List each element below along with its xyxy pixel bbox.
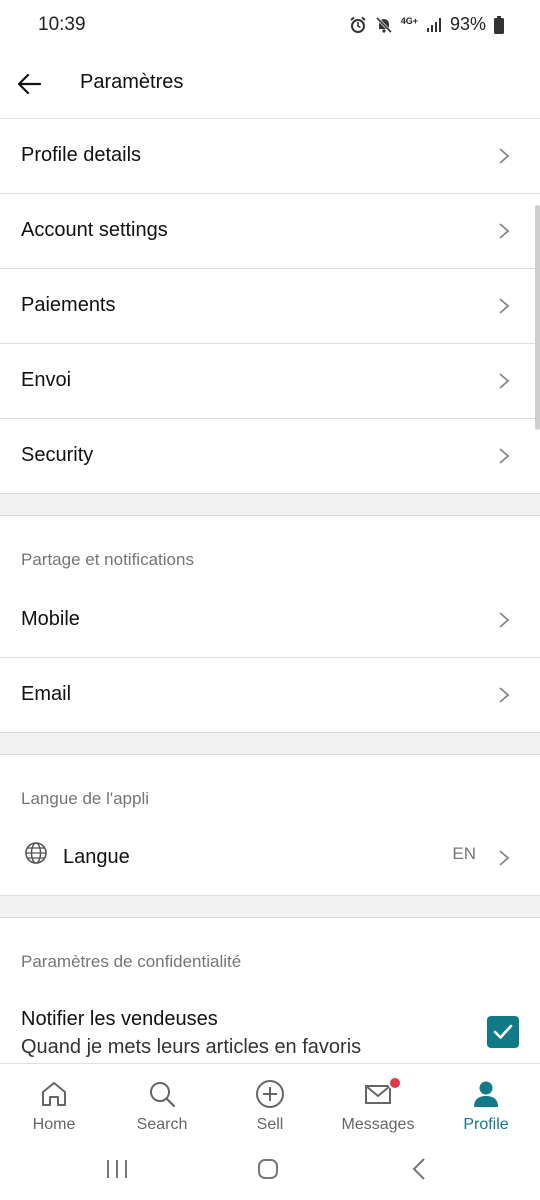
status-bar: 10:39 4G+ 93%: [0, 0, 540, 52]
app-bar: Paramètres: [0, 52, 540, 119]
signal-icon: [426, 17, 441, 32]
nav-item-profile[interactable]: Profile: [432, 1064, 540, 1146]
nav-label: Home: [32, 1116, 76, 1133]
bottom-nav: Home Search Sell Messages Profile: [0, 1063, 540, 1146]
network-type: 4G+: [400, 16, 418, 26]
settings-row-mobile[interactable]: Mobile: [0, 583, 540, 658]
row-label: Envoi: [21, 369, 72, 391]
notify-sellers-subtitle: Quand je mets leurs articles en favoris: [21, 1036, 362, 1058]
alarm-icon: [350, 16, 366, 33]
nav-item-sell[interactable]: Sell: [216, 1064, 324, 1146]
row-label: Langue: [63, 846, 130, 868]
section-divider: [0, 733, 540, 755]
section-header-language: Langue de l'appli: [21, 789, 150, 808]
row-label: Email: [21, 683, 72, 705]
row-label: Profile details: [21, 144, 142, 166]
home-icon: [42, 1082, 66, 1106]
section-divider: [0, 896, 540, 918]
settings-row-email[interactable]: Email: [0, 658, 540, 733]
row-label: Security: [21, 444, 94, 466]
status-time: 10:39: [38, 14, 86, 35]
recents-icon[interactable]: [105, 1157, 129, 1181]
nav-item-home[interactable]: Home: [0, 1064, 108, 1146]
nav-label: Profile: [463, 1116, 509, 1133]
chevron-right-icon: [499, 373, 510, 389]
nav-label: Sell: [256, 1116, 284, 1133]
system-nav-bar: [0, 1145, 540, 1200]
chevron-right-icon: [499, 298, 510, 314]
home-button-icon[interactable]: [256, 1157, 280, 1181]
globe-icon: [25, 842, 47, 864]
language-value: EN: [452, 844, 476, 863]
battery-icon: [494, 15, 504, 34]
chevron-right-icon: [499, 687, 510, 703]
chevron-right-icon: [499, 448, 510, 464]
status-icons: 4G+ 93%: [349, 14, 504, 35]
back-button-icon[interactable]: [408, 1157, 432, 1181]
mute-icon: [375, 16, 392, 33]
chevron-right-icon: [499, 223, 510, 239]
battery-percent: 93%: [449, 14, 486, 34]
settings-row-account-settings[interactable]: Account settings: [0, 194, 540, 269]
section-header-sharing: Partage et notifications: [21, 550, 194, 569]
section-divider: [0, 494, 540, 516]
nav-item-search[interactable]: Search: [108, 1064, 216, 1146]
notify-sellers-title: Notifier les vendeuses: [21, 1008, 218, 1030]
chevron-right-icon: [499, 850, 510, 866]
settings-row-profile-details[interactable]: Profile details: [0, 119, 540, 194]
person-icon: [474, 1081, 498, 1107]
chevron-right-icon: [499, 148, 510, 164]
plus-circle-icon: [256, 1080, 284, 1108]
row-label: Account settings: [21, 219, 168, 241]
checkmark-icon: [493, 1024, 513, 1039]
settings-row-paiements[interactable]: Paiements: [0, 269, 540, 344]
settings-row-envoi[interactable]: Envoi: [0, 344, 540, 419]
nav-label: Messages: [341, 1116, 415, 1133]
settings-row-security[interactable]: Security: [0, 419, 540, 494]
settings-row-language[interactable]: Langue EN: [0, 821, 540, 896]
search-icon: [150, 1082, 176, 1108]
page-title: Paramètres: [80, 71, 184, 93]
nav-label: Search: [136, 1116, 188, 1133]
section-header-privacy: Paramètres de confidentialité: [21, 952, 242, 971]
scrollbar[interactable]: [535, 205, 540, 430]
chevron-right-icon: [499, 612, 510, 628]
row-label: Paiements: [21, 294, 116, 316]
back-arrow-icon[interactable]: [16, 70, 44, 98]
row-label: Mobile: [21, 608, 80, 630]
notify-sellers-checkbox[interactable]: [487, 1016, 519, 1048]
notification-badge: [388, 1076, 402, 1090]
nav-item-messages[interactable]: Messages: [324, 1064, 432, 1146]
